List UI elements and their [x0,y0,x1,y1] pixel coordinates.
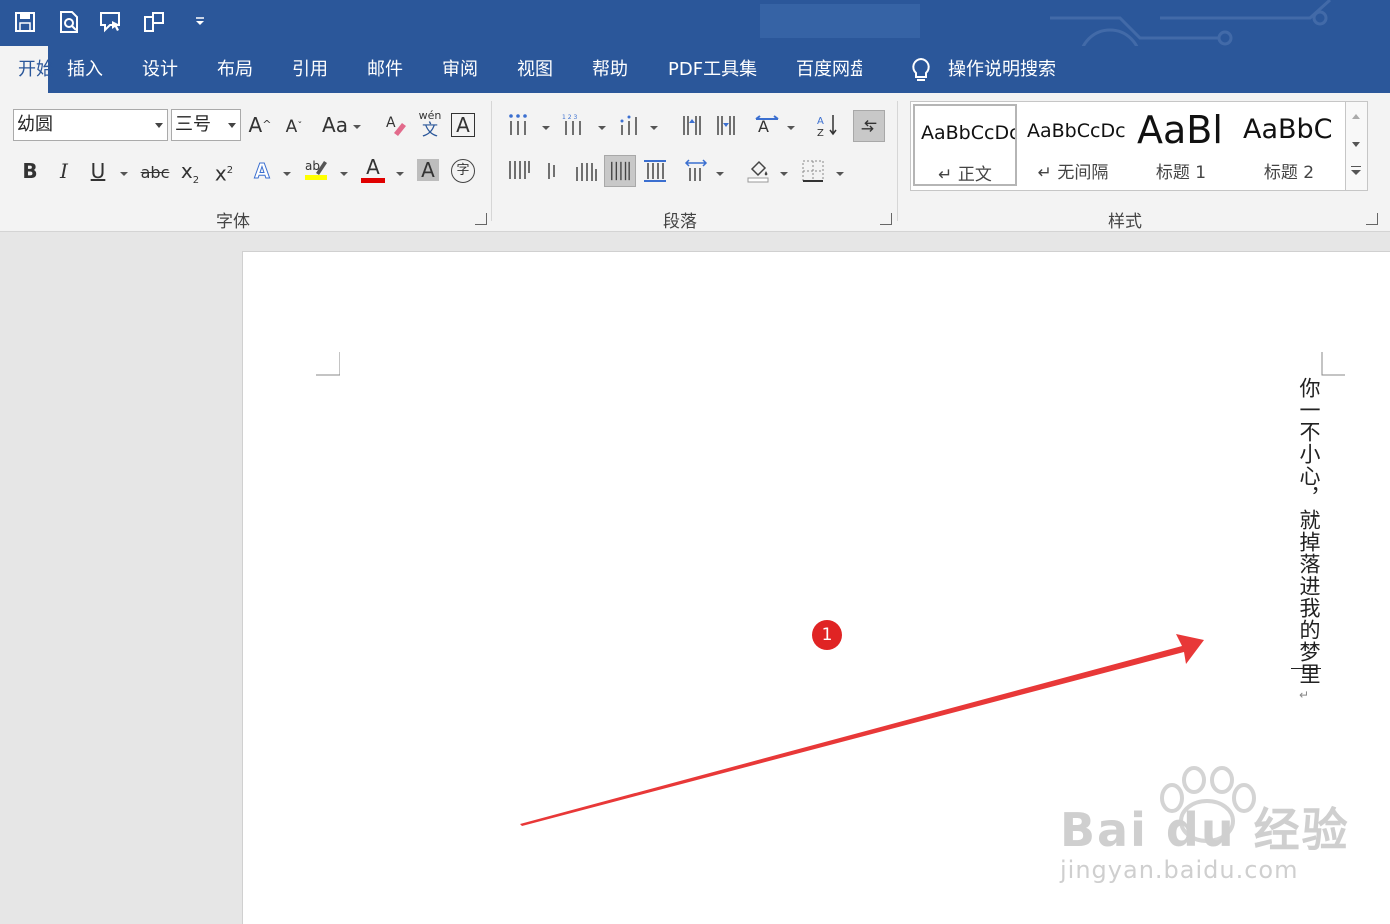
tab-view[interactable]: 视图 [517,46,553,93]
present-icon[interactable] [98,9,124,35]
highlight-icon[interactable]: ab [304,157,328,181]
styles-gallery: AaBbCcDc ↵ 正文 AaBbCcDc ↵ 无间隔 AaBl 标题 1 A… [910,101,1346,191]
distributed-icon[interactable] [643,159,667,183]
paragraph-mark-icon: ↵ [1299,688,1310,702]
borders-icon[interactable] [801,159,825,183]
tab-help[interactable]: 帮助 [592,46,628,93]
style-heading-2[interactable]: AaBbC 标题 2 [1237,104,1341,186]
styles-scroll-up-icon[interactable] [1352,114,1360,119]
italic-icon[interactable]: I [52,159,76,183]
bullets-dropdown-icon[interactable] [542,126,550,130]
tell-me-search[interactable]: 操作说明搜索 [948,46,1056,93]
borders-dropdown-icon[interactable] [836,172,844,176]
grow-font-icon[interactable]: A^ [247,113,273,137]
multilevel-dropdown-icon[interactable] [650,126,658,130]
ribbon-tabs: 开始 插入 设计 布局 引用 邮件 审阅 视图 帮助 PDF工具集 百度网盘 操… [0,46,1390,93]
increase-indent-icon[interactable] [714,113,738,137]
sort-icon[interactable]: AZ [816,113,840,137]
crop-mark-left [316,352,340,376]
text-effects-icon[interactable]: A [250,159,274,184]
underline-dropdown-icon[interactable] [120,172,128,176]
styles-scroll [1345,101,1368,191]
align-top-icon[interactable] [507,159,531,183]
step-badge: 1 [812,620,842,650]
tab-insert[interactable]: 插入 [67,46,103,93]
shrink-font-icon[interactable]: Aˇ [281,115,307,139]
style-heading-1[interactable]: AaBl 标题 1 [1129,104,1233,186]
show-hide-marks-button[interactable] [853,110,885,142]
highlight-dropdown-icon[interactable] [340,172,348,176]
superscript-icon[interactable]: x2 [212,159,236,186]
shading-dropdown-icon[interactable] [780,172,788,176]
tab-mailings[interactable]: 邮件 [367,46,403,93]
align-center-icon[interactable] [540,159,564,183]
paragraph-dialog-launcher-icon[interactable] [880,213,892,225]
tab-review[interactable]: 审阅 [442,46,478,93]
character-border-icon[interactable]: A [451,113,475,137]
enclose-characters-icon[interactable]: 字 [451,159,475,183]
tab-design[interactable]: 设计 [142,46,178,93]
ribbon: 幼圆 三号 A^ Aˇ Aa A wén 文 A B I U abc x2 x2… [0,93,1390,232]
underline-icon[interactable]: U [86,159,110,183]
change-case-dropdown-icon[interactable] [353,125,361,129]
line-spacing-dropdown-icon[interactable] [716,172,724,176]
font-name-combo[interactable]: 幼圆 [13,109,168,141]
styles-more-icon[interactable] [1351,166,1361,175]
chinese-layout-dropdown-icon[interactable] [787,126,795,130]
decrease-indent-icon[interactable] [680,113,704,137]
justify-button[interactable] [604,155,636,187]
align-bottom-icon[interactable] [574,159,598,183]
vertical-document-text[interactable]: 你一不小心，就掉落进我的梦里 [1294,377,1324,685]
group-divider [897,101,898,221]
chinese-layout-icon[interactable]: A [755,113,779,137]
svg-text:A: A [817,116,824,127]
baidu-watermark: Bai du 经验 jingyan.baidu.com [1060,766,1350,884]
font-color-dropdown-icon[interactable] [396,172,404,176]
line-spacing-icon[interactable] [684,159,708,183]
group-divider [491,101,492,221]
bullets-icon[interactable] [507,113,531,137]
touch-mode-icon[interactable] [141,9,167,35]
change-case-icon[interactable]: Aa [320,113,350,137]
bold-icon[interactable]: B [18,159,42,183]
customize-toolbar-icon[interactable] [188,9,214,35]
tab-references[interactable]: 引用 [292,46,328,93]
numbering-dropdown-icon[interactable] [598,126,606,130]
subscript-icon[interactable]: x2 [178,159,202,193]
font-color-icon[interactable]: A [361,157,385,183]
svg-text:1 2 3: 1 2 3 [562,114,577,121]
style-normal[interactable]: AaBbCcDc ↵ 正文 [913,104,1017,186]
crop-mark-right [1321,352,1345,376]
blurred-title [760,4,920,38]
svg-text:Z: Z [817,128,824,137]
print-preview-icon[interactable] [56,9,82,35]
styles-dialog-launcher-icon[interactable] [1366,213,1378,225]
tab-home[interactable]: 开始 [0,46,54,93]
strikethrough-icon[interactable]: abc [140,161,170,185]
style-no-spacing[interactable]: AaBbCcDc ↵ 无间隔 [1021,104,1125,186]
font-group-label: 字体 [216,212,250,232]
shading-icon[interactable] [746,159,770,183]
text-cursor [1291,668,1321,669]
font-size-combo[interactable]: 三号 [171,109,241,141]
multilevel-list-icon[interactable] [618,113,642,137]
save-icon[interactable] [12,9,38,35]
clear-formatting-icon[interactable]: A [384,113,408,137]
svg-text:A: A [386,115,396,131]
lightbulb-icon[interactable] [908,56,934,84]
tab-pdf-tools[interactable]: PDF工具集 [668,46,757,93]
tab-baidu-netdisk[interactable]: 百度网盘 [796,46,862,93]
text-effects-dropdown-icon[interactable] [283,172,291,176]
tab-layout[interactable]: 布局 [217,46,253,93]
numbering-icon[interactable]: 1 2 3 [562,113,586,137]
phonetic-guide-icon[interactable]: wén 文 [418,109,442,138]
styles-scroll-down-icon[interactable] [1352,142,1360,147]
font-dialog-launcher-icon[interactable] [475,213,487,225]
paragraph-group-label: 段落 [663,212,697,232]
styles-group-label: 样式 [1108,212,1142,232]
character-shading-icon[interactable]: A [417,159,439,181]
